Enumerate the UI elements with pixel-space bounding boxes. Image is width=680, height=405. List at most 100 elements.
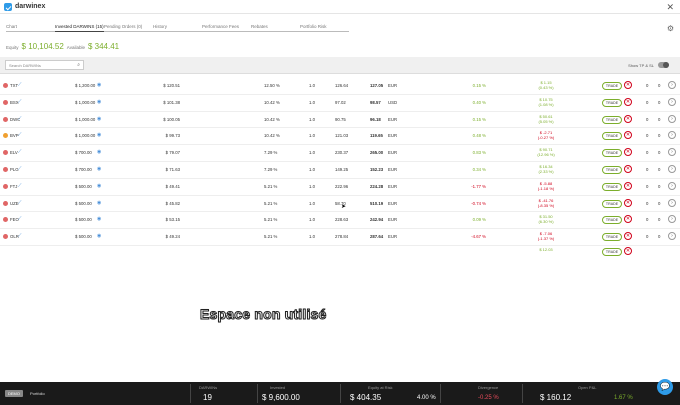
expand-row-icon[interactable]: › <box>668 131 676 140</box>
table-row[interactable]: FEO ⟋ $ 500.00 ◉ $ 53.15 5.21 % 1.0 228.… <box>0 212 680 230</box>
eye-icon[interactable]: ◉ <box>97 116 101 122</box>
chat-icon[interactable]: 💬 <box>657 379 673 395</box>
expand-row-icon[interactable]: › <box>668 81 676 89</box>
eye-icon[interactable]: ◉ <box>97 99 101 105</box>
darwin-name[interactable]: TXT <box>10 83 18 88</box>
eye-icon[interactable]: ◉ <box>97 233 101 239</box>
stat-equity-risk-pct: 4.00 % <box>417 395 436 401</box>
trade-button[interactable]: TRADE <box>602 149 622 158</box>
eye-icon[interactable]: ◉ <box>97 82 101 88</box>
currency: EUR <box>388 234 398 240</box>
table-row[interactable]: DWC ⟋ $ 1,000.00 ◉ $ 100.05 10.42 % 1.0 … <box>0 112 680 129</box>
close-position-icon[interactable]: ✕ <box>624 97 632 106</box>
tab-portfolio-risk[interactable]: Portfolio Risk <box>300 24 349 32</box>
open-pnl: $ -2.71 (-0.27 %) <box>534 130 558 140</box>
allocated-amount: $ 500.00 <box>75 183 92 189</box>
trade-button[interactable]: TRADE <box>602 233 622 242</box>
trade-button[interactable]: TRADE <box>602 82 622 90</box>
sl-count: 0 <box>658 83 661 88</box>
close-icon[interactable]: ✕ <box>666 2 674 13</box>
close-position-icon[interactable]: ✕ <box>624 81 632 89</box>
table-row[interactable]: FTJ ⟋ $ 500.00 ◉ $ 49.41 5.21 % 1.0 222.… <box>0 179 680 196</box>
entry-quote: 126.64 <box>335 83 349 88</box>
close-position-icon[interactable]: ✕ <box>624 181 632 190</box>
table-row[interactable]: BSX ⟋ $ 1,000.00 ◉ $ 101.38 10.42 % 1.0 … <box>0 95 680 112</box>
allocation-pct: 12.50 % <box>264 83 280 88</box>
show-tp-sl-toggle[interactable] <box>658 62 669 68</box>
tab-rebates[interactable]: Rebates <box>251 24 300 32</box>
tab-performance-fees[interactable]: Performance Fees <box>202 24 251 32</box>
equity-label: Equity <box>6 45 19 50</box>
table-row[interactable]: OLR ⟋ $ 500.00 ◉ $ 49.24 5.21 % 1.0 278.… <box>0 229 680 246</box>
open-pnl: $ 1.15 (0.43 %) <box>534 80 558 90</box>
table-row[interactable]: ELV ⟋ $ 700.00 ◉ $ 79.07 7.29 % 1.0 230.… <box>0 145 680 162</box>
trade-button[interactable]: TRADE <box>602 216 622 225</box>
allocation-pct: 5.21 % <box>264 200 278 206</box>
sparkline-icon: ⟋ <box>18 233 22 240</box>
trade-button[interactable]: TRADE <box>602 132 622 141</box>
expand-row-icon[interactable]: › <box>668 215 676 224</box>
allocated-amount: $ 1,000.00 <box>75 99 96 105</box>
open-pnl-pct: (5.05 %) <box>538 118 554 124</box>
expand-row-icon[interactable]: › <box>668 114 676 123</box>
brand-logo[interactable]: darwinex <box>4 2 45 11</box>
allocated-amount: $ 500.00 <box>75 200 92 206</box>
trade-button[interactable]: TRADE <box>602 182 622 191</box>
trade-button[interactable]: TRADE <box>602 247 622 256</box>
trade-button[interactable]: TRADE <box>602 165 622 174</box>
search-placeholder: Search DARWINs <box>9 63 41 68</box>
tab-pending-orders[interactable]: Pending Orders (0) <box>104 24 153 32</box>
eye-icon[interactable]: ◉ <box>97 216 101 222</box>
demo-badge[interactable]: DEMO <box>5 390 23 397</box>
eye-icon[interactable]: ◉ <box>97 132 101 138</box>
close-position-icon[interactable]: ✕ <box>624 114 632 123</box>
close-position-icon[interactable]: ✕ <box>624 131 632 140</box>
sl-count: 0 <box>658 183 661 189</box>
darwin-status-dot <box>3 99 8 105</box>
eye-icon[interactable]: ◉ <box>97 200 101 206</box>
close-position-icon[interactable]: ✕ <box>624 215 632 224</box>
currency: EUR <box>388 200 398 206</box>
open-pnl: $ -5.88 (-1.18 %) <box>534 181 558 191</box>
stat-equity-risk-value: $ 404.35 <box>350 393 382 402</box>
tab-invested-darwins[interactable]: Invested DARWINS (15) <box>55 24 104 32</box>
allocated-amount: $ 700.00 <box>75 166 92 172</box>
expand-row-icon[interactable]: › <box>668 232 676 241</box>
trade-button[interactable]: TRADE <box>602 199 622 208</box>
close-position-icon[interactable]: ✕ <box>624 232 632 241</box>
expand-row-icon[interactable]: › <box>668 97 676 106</box>
expand-row-icon[interactable]: › <box>668 181 676 190</box>
invested-value: $ 53.15 <box>165 217 180 223</box>
darwin-name[interactable]: FTJ <box>10 184 17 189</box>
table-row[interactable]: UZE ⟋ $ 500.00 ◉ $ 45.82 5.21 % 1.0 58.7… <box>0 196 680 213</box>
eye-icon[interactable]: ◉ <box>97 149 101 155</box>
table-row[interactable]: TXT ⟋ $ 1,200.00 ◉ $ 120.51 12.50 % 1.0 … <box>0 78 680 95</box>
eye-icon[interactable]: ◉ <box>97 183 101 189</box>
close-position-icon[interactable]: ✕ <box>624 164 632 173</box>
current-quote: 96.18 <box>370 116 381 122</box>
table-row[interactable]: PLG ⟋ $ 700.00 ◉ $ 71.63 7.29 % 1.0 149.… <box>0 162 680 179</box>
expand-row-icon[interactable]: › <box>668 164 676 173</box>
expand-row-icon[interactable]: › <box>668 198 676 207</box>
close-position-icon[interactable]: ✕ <box>624 246 632 255</box>
close-position-icon[interactable]: ✕ <box>624 198 632 207</box>
close-position-icon[interactable]: ✕ <box>624 148 632 157</box>
table-row[interactable]: BVP ⟋ $ 1,000.00 ◉ $ 99.73 10.42 % 1.0 1… <box>0 128 680 146</box>
tab-bar: Chart Invested DARWINS (15) Pending Orde… <box>6 24 349 32</box>
table-row[interactable]: $ 12.03 TRADE ✕ <box>0 246 680 256</box>
invested-value: $ 101.38 <box>163 99 180 105</box>
tab-history[interactable]: History <box>153 24 202 32</box>
trade-button[interactable]: TRADE <box>602 98 622 107</box>
search-icon[interactable]: ⌕ <box>77 62 80 68</box>
expand-row-icon[interactable]: › <box>668 148 676 157</box>
daily-return: 0.15 % <box>472 83 486 88</box>
search-input[interactable]: Search DARWINs ⌕ <box>5 60 84 70</box>
current-quote: 287.64 <box>370 234 384 240</box>
entry-quote: 278.84 <box>335 234 349 240</box>
gear-icon[interactable]: ⚙ <box>667 24 674 33</box>
tab-chart[interactable]: Chart <box>6 24 55 32</box>
eye-icon[interactable]: ◉ <box>97 166 101 172</box>
darwin-name[interactable]: ELV <box>10 150 18 155</box>
trade-button[interactable]: TRADE <box>602 115 622 124</box>
current-quote: 224.28 <box>370 183 384 189</box>
